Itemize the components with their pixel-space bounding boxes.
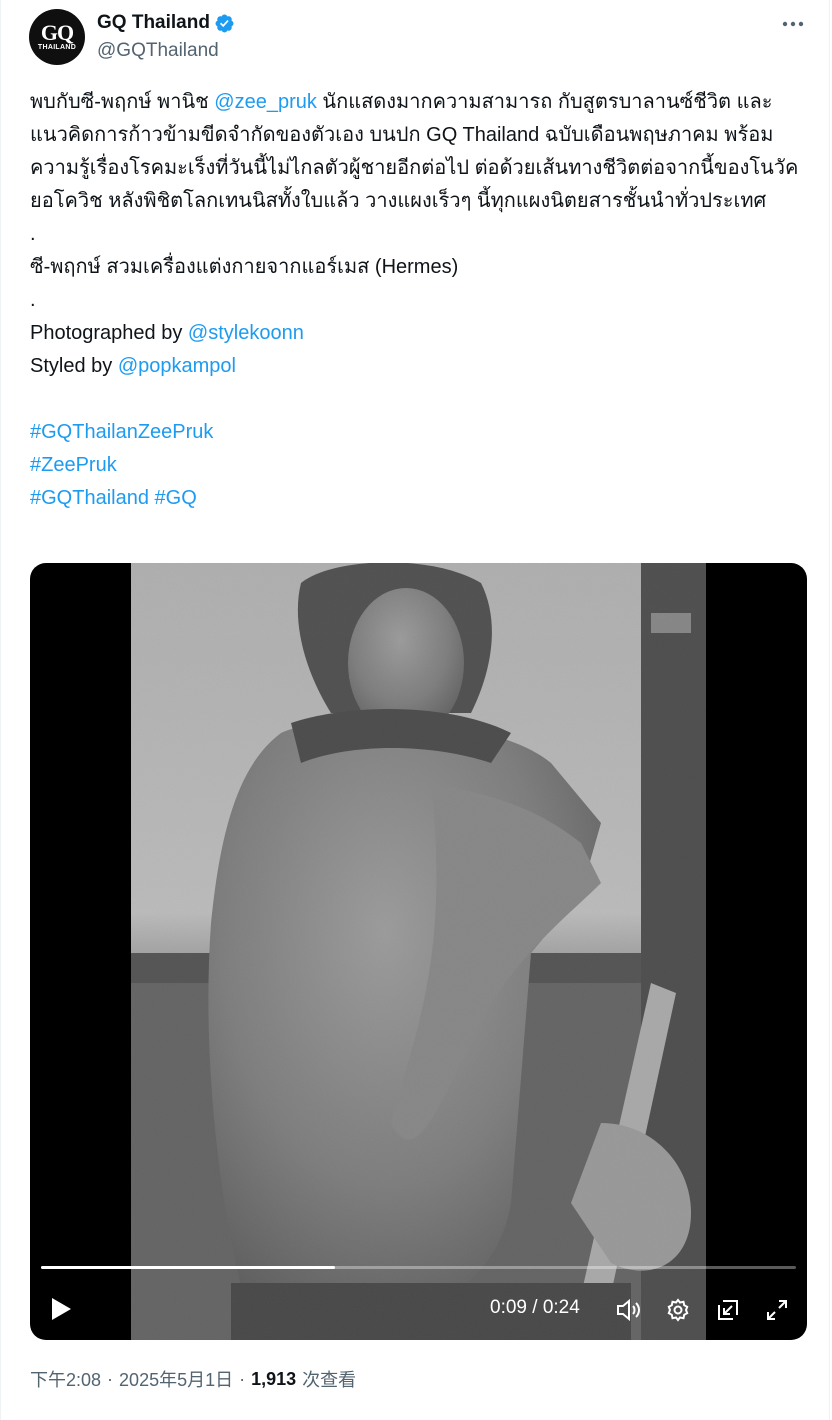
video-frame-image [131,563,706,1340]
credit-photographer: Photographed by @stylekoonn [30,317,810,350]
mention-zee-pruk[interactable]: @zee_pruk [214,91,317,113]
video-time-display: 0:09 / 0:24 [490,1297,580,1319]
avatar[interactable]: GQ THAILAND [29,9,85,65]
more-options-button[interactable] [781,12,805,36]
credit-label: Styled by [30,355,118,377]
video-player[interactable]: 0:09 / 0:24 [30,563,807,1340]
avatar-logo-subtext: THAILAND [37,43,77,51]
more-dots-icon [782,21,804,27]
meta-separator: · [107,1368,114,1389]
video-time-separator: / [526,1297,543,1318]
author-name-row: GQ Thailand [97,12,235,34]
views-label: 次查看 [302,1370,357,1390]
video-current-time: 0:09 [490,1297,527,1318]
tweet-paragraph-outfit: ซี-พฤกษ์ สวมเครื่องแต่งกายจากแอร์เมส (He… [30,256,459,278]
play-icon [52,1298,71,1320]
tweet-dot: . [30,223,36,245]
author-handle[interactable]: @GQThailand [97,40,219,62]
mention-stylekoonn[interactable]: @stylekoonn [188,322,304,344]
credit-stylist: Styled by @popkampol [30,350,810,383]
views-count: 1,913 [251,1368,297,1389]
credit-label: Photographed by [30,322,188,344]
hashtag-zeepruk[interactable]: #ZeePruk [30,454,117,476]
picture-in-picture-icon [718,1300,738,1320]
play-button[interactable] [48,1296,74,1322]
hashtag-gqthailand[interactable]: #GQThailand [30,487,149,509]
video-progress-fill [41,1266,336,1269]
settings-button[interactable] [664,1296,692,1324]
tweet-card: GQ THAILAND GQ Thailand @GQThailand พบกั… [0,0,830,1420]
video-progress-bar[interactable] [41,1266,796,1269]
verified-badge-icon [215,14,234,32]
fullscreen-button[interactable] [763,1296,791,1324]
mention-popkampol[interactable]: @popkampol [118,355,236,377]
settings-gear-icon [667,1298,689,1322]
tweet-time[interactable]: 下午2:08 [30,1366,101,1392]
video-duration: 0:24 [542,1297,580,1318]
tweet-text-segment: พบกับซี-พฤกษ์ พานิช [30,91,215,113]
meta-separator: · [239,1368,246,1389]
hashtag-gq[interactable]: #GQ [155,487,197,509]
tweet-date[interactable]: 2025年5月1日 [119,1366,233,1392]
tweet-text: พบกับซี-พฤกษ์ พานิช @zee_pruk นักแสดงมาก… [30,86,810,515]
volume-icon [617,1298,640,1322]
author-display-name[interactable]: GQ Thailand [97,12,210,34]
avatar-logo-text: GQ [40,19,74,45]
volume-button[interactable] [615,1296,643,1324]
fullscreen-icon [767,1300,787,1320]
hashtag-gqthailanzeepruk[interactable]: #GQThailanZeePruk [30,421,213,443]
tweet-dot: . [30,289,36,311]
tweet-paragraph-main: พบกับซี-พฤกษ์ พานิช @zee_pruk นักแสดงมาก… [30,86,810,218]
tweet-meta: 下午2:08 · 2025年5月1日 · 1,913 次查看 [30,1366,356,1392]
picture-in-picture-button[interactable] [714,1296,742,1324]
